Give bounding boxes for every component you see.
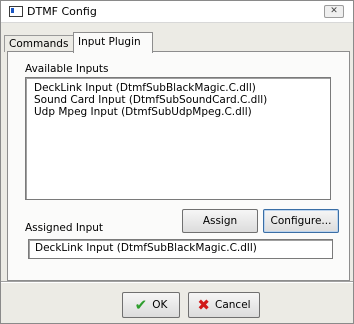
list-item[interactable]: DeckLink Input (DtmfSubBlackMagic.C.dll) [34, 82, 256, 94]
assign-button-label: Assign [202, 215, 238, 227]
available-inputs-list[interactable]: DeckLink Input (DtmfSubBlackMagic.C.dll)… [25, 77, 331, 200]
cancel-button[interactable]: ✖ Cancel [188, 292, 260, 318]
assigned-input-label: Assigned Input [25, 222, 104, 234]
dtmf-config-dialog: DTMF Config ✕ Commands Input Plugin Avai… [0, 0, 354, 324]
cancel-button-label: Cancel [215, 299, 251, 311]
assign-button[interactable]: Assign [182, 209, 258, 233]
x-icon: ✖ [197, 295, 210, 314]
tab-commands[interactable]: Commands [4, 35, 80, 52]
close-icon: ✕ [330, 6, 338, 16]
configure-button[interactable]: Configure... [263, 209, 339, 233]
ok-button-label: OK [152, 299, 168, 311]
tab-commands-label: Commands [9, 38, 69, 50]
tab-input-plugin-label: Input Plugin [78, 36, 141, 48]
available-inputs-label: Available Inputs [25, 63, 109, 75]
window-icon [9, 6, 23, 17]
list-item[interactable]: Udp Mpeg Input (DtmfSubUdpMpeg.C.dll) [34, 106, 252, 118]
close-button[interactable]: ✕ [324, 5, 344, 18]
window-title: DTMF Config [27, 5, 97, 18]
assigned-input-field[interactable]: DeckLink Input (DtmfSubBlackMagic.C.dll) [28, 239, 333, 259]
assigned-input-value: DeckLink Input (DtmfSubBlackMagic.C.dll) [35, 242, 257, 254]
checkmark-icon: ✔ [134, 295, 148, 314]
ok-button[interactable]: ✔ OK [122, 292, 180, 318]
footer-divider [1, 281, 353, 283]
title-bar[interactable]: DTMF Config ✕ [1, 1, 353, 23]
list-item[interactable]: Sound Card Input (DtmfSubSoundCard.C.dll… [34, 94, 267, 106]
tab-input-plugin[interactable]: Input Plugin [73, 32, 153, 53]
configure-button-label: Configure... [270, 215, 332, 227]
